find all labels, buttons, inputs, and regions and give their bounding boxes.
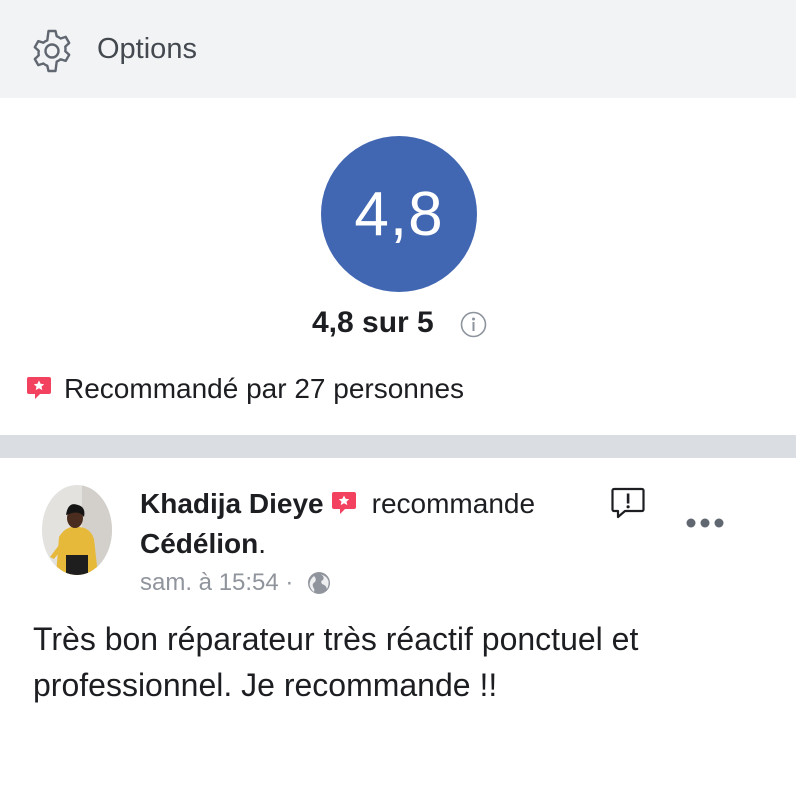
section-divider <box>0 435 796 458</box>
gear-icon <box>33 29 71 73</box>
rating-score: 4,8 <box>354 179 444 249</box>
reviewer-name[interactable]: Khadija Dieye <box>140 488 324 519</box>
meta-separator: · <box>285 569 294 596</box>
avatar[interactable] <box>42 485 112 575</box>
reviewer-line: Khadija Dieye recommande <box>140 488 535 520</box>
rating-summary: 4,8 4,8 sur 5 Recommandé par 27 personne… <box>0 98 796 435</box>
rating-summary-text: 4,8 sur 5 <box>312 306 434 339</box>
recommendation-count: Recommandé par 27 personnes <box>64 373 465 404</box>
review-action: recommande <box>371 488 536 519</box>
page-line: Cédélion. <box>140 528 266 560</box>
more-options-icon[interactable] <box>684 516 726 530</box>
review-post: Khadija Dieye recommande Cédélion. sam. … <box>0 458 796 796</box>
rating-score-circle: 4,8 <box>321 136 477 292</box>
options-bar[interactable]: Options <box>0 0 796 98</box>
post-meta: sam. à 15:54 · <box>140 569 332 597</box>
report-icon[interactable] <box>610 486 646 520</box>
options-label: Options <box>97 33 197 65</box>
globe-icon <box>308 572 331 594</box>
page-suffix: . <box>258 528 267 559</box>
recommendation-badge-icon <box>331 492 356 514</box>
info-icon[interactable] <box>460 311 487 338</box>
recommendation-badge-icon <box>27 377 51 399</box>
review-text: Très bon réparateur très réactif ponctue… <box>33 621 639 703</box>
page-name[interactable]: Cédélion <box>140 528 258 559</box>
post-timestamp[interactable]: sam. à 15:54 <box>140 569 279 596</box>
